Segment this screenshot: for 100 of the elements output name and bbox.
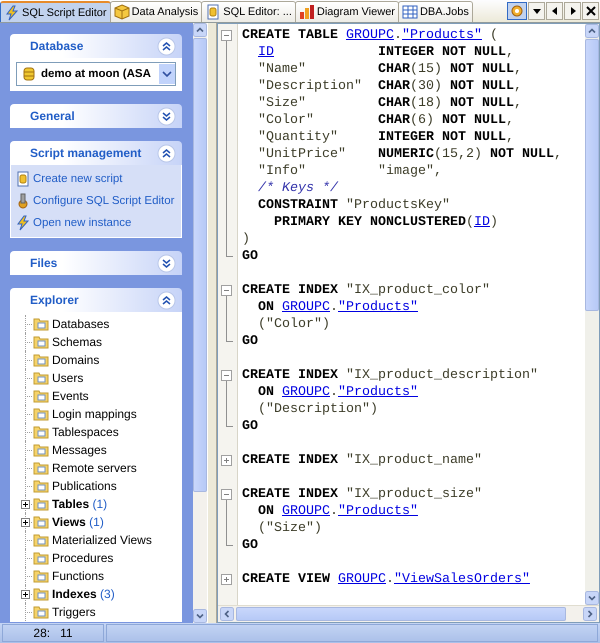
code-link[interactable]: "Products": [338, 385, 418, 400]
tab-menu-button[interactable]: [507, 2, 527, 20]
scroll-up-icon[interactable]: [585, 24, 599, 38]
task-link[interactable]: Configure SQL Script Editor: [15, 193, 177, 209]
code-link[interactable]: ID: [474, 215, 490, 230]
code-link[interactable]: GROUPC: [338, 572, 386, 587]
tree-item[interactable]: Publications: [52, 479, 117, 493]
collapse-icon[interactable]: [157, 36, 176, 56]
folder-icon: [33, 388, 49, 404]
code-line: "Size" CHAR(18) NOT NULL,: [256, 95, 523, 112]
tree-item[interactable]: Schemas: [52, 335, 102, 349]
collapse-icon[interactable]: [221, 30, 232, 41]
code-line: CONSTRAINT "ProductsKey": [256, 197, 451, 214]
code-line: ("Color"): [256, 316, 331, 333]
expand-icon[interactable]: [20, 590, 30, 598]
expand-icon[interactable]: [20, 500, 30, 508]
document-icon: [205, 4, 222, 20]
panel-header[interactable]: Script management: [10, 141, 182, 165]
code-link[interactable]: GROUPC: [282, 385, 330, 400]
code-link[interactable]: "Products": [402, 28, 482, 43]
tab[interactable]: Data Analysis: [110, 1, 202, 22]
task-link[interactable]: Open new instance: [15, 215, 177, 231]
database-dropdown[interactable]: demo at moon (ASA: [16, 62, 176, 86]
tree-item[interactable]: Databases: [52, 317, 110, 331]
folder-icon: [33, 532, 49, 548]
table-icon: [402, 4, 418, 20]
code-line: "Name" CHAR(15) NOT NULL,: [256, 61, 523, 78]
code-line: GO: [242, 537, 259, 554]
code-line: CREATE INDEX "IX_product_description": [242, 367, 539, 384]
panel-header[interactable]: General: [10, 104, 182, 128]
panel-title: Script management: [30, 146, 142, 160]
fold-guide-line: [226, 500, 233, 546]
code-line: CREATE INDEX "IX_product_name": [242, 452, 483, 469]
tree-item[interactable]: Triggers: [52, 605, 96, 619]
tree-item[interactable]: Messages: [52, 443, 107, 457]
close-button[interactable]: [582, 2, 599, 20]
code-link[interactable]: GROUPC: [346, 28, 394, 43]
collapse-icon[interactable]: [157, 290, 176, 310]
scroll-left-icon[interactable]: [220, 607, 234, 621]
scroll-up-icon[interactable]: [193, 23, 207, 37]
panel-header[interactable]: Files: [10, 251, 182, 275]
code-line: CREATE INDEX "IX_product_size": [242, 486, 483, 503]
collapse-icon[interactable]: [221, 489, 232, 500]
code-link[interactable]: "Products": [338, 504, 418, 519]
tree-item[interactable]: Views (1): [52, 515, 104, 529]
code-link[interactable]: GROUPC: [282, 300, 330, 315]
vertical-scrollbar[interactable]: [193, 23, 207, 623]
tree-item[interactable]: Domains: [52, 353, 100, 367]
panel-header[interactable]: Database: [10, 34, 182, 58]
tree-item[interactable]: Login mappings: [52, 407, 137, 421]
tree-item[interactable]: Indexes (3): [52, 587, 115, 601]
panel-title: Explorer: [30, 293, 79, 307]
collapse-icon[interactable]: [221, 285, 232, 296]
tree-item[interactable]: Procedures: [52, 551, 114, 565]
code-line: ON GROUPC."Products": [256, 299, 419, 316]
vertical-scrollbar[interactable]: [585, 24, 599, 605]
code-link[interactable]: "ViewSalesOrders": [394, 572, 530, 587]
scroll-down-icon[interactable]: [585, 591, 599, 605]
panel-header[interactable]: Explorer: [10, 288, 182, 312]
folder-icon: [33, 406, 49, 422]
code-link[interactable]: "Products": [338, 300, 418, 315]
database-icon: [21, 66, 37, 82]
expand-icon[interactable]: [20, 518, 30, 526]
fold-guide-line: [226, 296, 233, 342]
folder-icon: [33, 460, 49, 476]
folder-icon: [33, 316, 49, 332]
tab[interactable]: SQL Editor: ...: [201, 1, 296, 22]
scroll-left-button[interactable]: [546, 2, 563, 20]
code-line: ON GROUPC."Products": [256, 503, 419, 520]
folder-icon: [33, 496, 49, 512]
code-line: /* Keys */: [256, 180, 340, 197]
tree-item[interactable]: Materialized Views: [52, 533, 152, 547]
tree-item[interactable]: Events: [52, 389, 89, 403]
tree-item[interactable]: Users: [52, 371, 84, 385]
tree-item[interactable]: Functions: [52, 569, 104, 583]
lightning-icon: [4, 4, 20, 20]
collapse-icon[interactable]: [221, 370, 232, 381]
bar-chart-icon: [298, 4, 315, 20]
tab-list-button[interactable]: [528, 2, 545, 20]
tab[interactable]: Diagram Viewer: [294, 1, 399, 22]
scroll-down-icon[interactable]: [193, 609, 207, 623]
code-line: ON GROUPC."Products": [256, 384, 419, 401]
collapse-icon[interactable]: [157, 144, 176, 162]
code-link[interactable]: GROUPC: [282, 504, 330, 519]
code-line: CREATE VIEW GROUPC."ViewSalesOrders": [242, 571, 531, 588]
tree-item[interactable]: Remote servers: [52, 461, 137, 475]
cube-icon: [114, 4, 130, 20]
cursor-position: 28: 11: [2, 624, 104, 642]
folder-icon: [33, 478, 49, 494]
task-link[interactable]: Create new script: [15, 171, 177, 187]
horizontal-scrollbar[interactable]: [218, 605, 599, 622]
tree-item[interactable]: Tablespaces: [52, 425, 119, 439]
code-link[interactable]: ID: [258, 45, 274, 60]
splitter-handle[interactable]: [207, 23, 217, 623]
tree-item[interactable]: Tables (1): [52, 497, 108, 511]
scroll-right-icon[interactable]: [583, 607, 597, 621]
scroll-right-button[interactable]: [564, 2, 581, 20]
tab[interactable]: SQL Script Editor: [0, 1, 111, 22]
fold-guide-line: [226, 381, 233, 427]
tab[interactable]: DBA.Jobs: [398, 1, 473, 22]
